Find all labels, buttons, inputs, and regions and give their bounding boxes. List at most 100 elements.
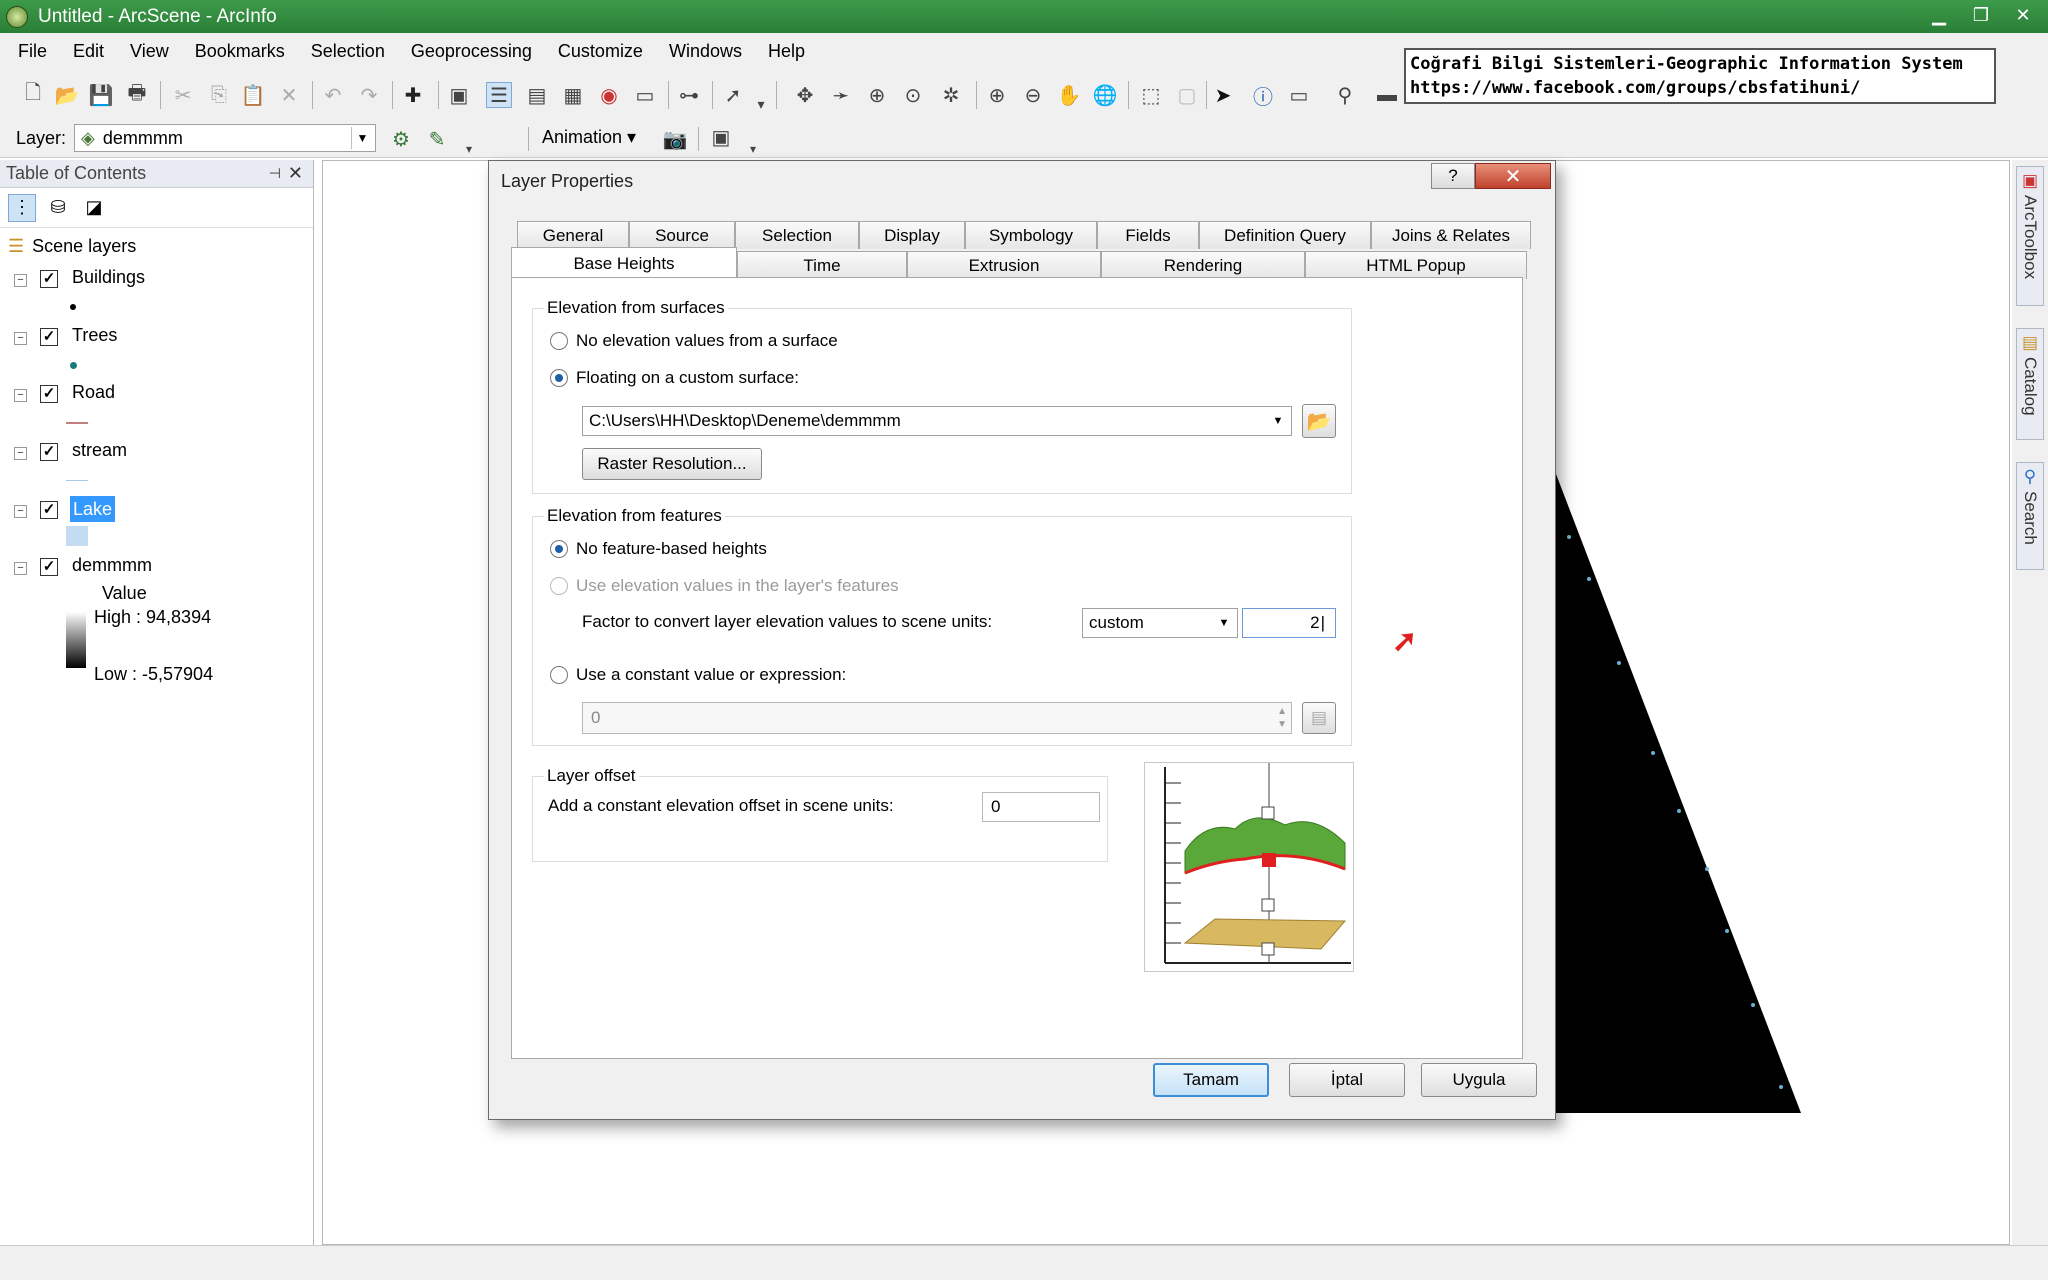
expression-builder-button[interactable]: ▤ [1302,702,1336,734]
search-tab[interactable]: ⚲ Search [2016,462,2044,570]
collapse-icon[interactable]: − [14,274,27,287]
collapse-icon[interactable]: − [14,562,27,575]
radio-constant-value[interactable] [550,666,568,684]
tab-source[interactable]: Source [629,221,735,249]
new-document-icon[interactable]: 🗋 [20,82,46,108]
apply-button[interactable]: Uygula [1421,1063,1537,1097]
capture-view-icon[interactable]: 📷 [662,126,688,152]
toolbar2-overflow-icon[interactable]: ▾ [456,136,482,162]
menu-geoprocessing[interactable]: Geoprocessing [411,41,532,62]
animation-menu[interactable]: Animation ▾ [542,127,636,148]
find-binoculars-icon[interactable]: ⚲ [1332,82,1358,108]
toolbar-overflow-icon[interactable]: ▾ [748,91,774,117]
constant-value-input[interactable]: 0 ▲ ▼ [582,702,1292,734]
tab-fields[interactable]: Fields [1097,221,1199,249]
clear-selection-icon[interactable]: ▢ [1174,82,1200,108]
tab-rendering[interactable]: Rendering [1101,251,1305,279]
offset-value-input[interactable]: 0 [982,792,1100,822]
layer-name-lake[interactable]: Lake [70,496,116,522]
radio-no-surface[interactable] [550,332,568,350]
layer-name-demmmm[interactable]: demmmm [72,555,152,576]
factor-units-dropdown[interactable]: custom ▼ [1082,608,1238,638]
toc-window-icon[interactable]: ☰ [486,82,512,108]
undo-icon[interactable]: ↶ [320,82,346,108]
menu-bookmarks[interactable]: Bookmarks [195,41,285,62]
catalog-tab[interactable]: ▤ Catalog [2016,328,2044,440]
layer-name-stream[interactable]: stream [72,440,127,461]
layer-transparency-icon[interactable]: ⚙ [388,126,414,152]
spinner-icon[interactable]: ▲ ▼ [1277,705,1287,731]
collapse-icon[interactable]: − [14,505,27,518]
layer-checkbox-demmmm[interactable]: ✓ [40,558,58,576]
toc-root[interactable]: ☰ Scene layers [8,236,136,257]
list-by-visibility-icon[interactable]: ◪ [80,194,108,222]
open-folder-icon[interactable]: 📂 [54,82,80,108]
layer-checkbox-stream[interactable]: ✓ [40,443,58,461]
add-data-icon[interactable]: ✚ [400,82,426,108]
center-target-icon[interactable]: ⊕ [864,82,890,108]
list-by-source-icon[interactable]: ⛁ [44,194,72,222]
minimize-button[interactable]: ▁ [1920,2,1958,28]
layer-checkbox-buildings[interactable]: ✓ [40,270,58,288]
modelbuilder-icon[interactable]: ▭ [632,82,658,108]
tab-extrusion[interactable]: Extrusion [907,251,1101,279]
list-by-drawing-order-icon[interactable]: ⋮ [8,193,36,222]
save-icon[interactable]: 💾 [88,82,114,108]
tab-joins-relates[interactable]: Joins & Relates [1371,221,1531,249]
tab-symbology[interactable]: Symbology [965,221,1097,249]
chevron-down-icon[interactable]: ▼ [351,127,373,149]
layer-checkbox-lake[interactable]: ✓ [40,501,58,519]
layer-checkbox-trees[interactable]: ✓ [40,328,58,346]
pin-icon[interactable]: ⊣ [269,165,281,182]
collapse-icon[interactable]: − [14,332,27,345]
raster-resolution-button[interactable]: Raster Resolution... [582,448,762,480]
menu-file[interactable]: File [18,41,47,62]
ok-button[interactable]: Tamam [1153,1063,1269,1097]
navigate-icon[interactable]: ✥ [792,82,818,108]
tab-time[interactable]: Time [737,251,907,279]
menu-help[interactable]: Help [768,41,805,62]
tab-html-popup[interactable]: HTML Popup [1305,251,1527,279]
zoom-in-icon[interactable]: ⊕ [984,82,1010,108]
layer-name-road[interactable]: Road [72,382,115,403]
toolbox-window-icon[interactable]: ▦ [560,82,586,108]
collapse-icon[interactable]: − [14,447,27,460]
zoom-out-icon[interactable]: ⊖ [1020,82,1046,108]
factor-value-input[interactable]: 2 | [1242,608,1336,638]
menu-selection[interactable]: Selection [311,41,385,62]
select-elements-arrow-icon[interactable]: ➤ [1210,82,1236,108]
dialog-close-button[interactable]: ✕ [1475,163,1551,189]
paste-icon[interactable]: 📋 [240,82,266,108]
close-window-button[interactable]: ✕ [2004,2,2042,28]
radio-no-feature-heights[interactable] [550,540,568,558]
fly-icon[interactable]: ➛ [828,82,854,108]
layer-name-buildings[interactable]: Buildings [72,267,145,288]
tab-base-heights[interactable]: Base Heights [511,247,737,279]
arctoolbox-tab[interactable]: ▣ ArcToolbox [2016,166,2044,306]
select-features-icon[interactable]: ⬚ [1138,82,1164,108]
surface-path-dropdown[interactable]: C:\Users\HH\Desktop\Deneme\demmmm ▼ [582,406,1292,436]
layer-name-trees[interactable]: Trees [72,325,117,346]
toolbar3-overflow-icon[interactable]: ▾ [740,136,766,162]
set-observer-icon[interactable]: ✲ [938,82,964,108]
close-icon[interactable]: ✕ [288,163,303,184]
redo-icon[interactable]: ↷ [356,82,382,108]
layer-dropdown[interactable]: ◈ demmmm ▼ [74,124,376,152]
print-icon[interactable]: 🖶 [124,82,150,108]
identify-icon[interactable]: ⓘ [1250,82,1276,109]
cut-icon[interactable]: ✂ [170,82,196,108]
animation-controls-icon[interactable]: ▣ [708,124,734,150]
chevron-down-icon[interactable]: ▼ [1213,611,1235,635]
menu-customize[interactable]: Customize [558,41,643,62]
menu-view[interactable]: View [130,41,169,62]
help-button[interactable]: ? [1431,163,1475,189]
scene-properties-icon[interactable]: ▣ [446,82,472,108]
tab-selection[interactable]: Selection [735,221,859,249]
radio-use-feature-elevation[interactable] [550,577,568,595]
collapse-icon[interactable]: − [14,389,27,402]
pan-hand-icon[interactable]: ✋ [1056,82,1082,108]
maximize-button[interactable]: ❐ [1962,2,2000,28]
menu-windows[interactable]: Windows [669,41,742,62]
tab-definition-query[interactable]: Definition Query [1199,221,1371,249]
html-popup-icon[interactable]: ▭ [1286,82,1312,108]
